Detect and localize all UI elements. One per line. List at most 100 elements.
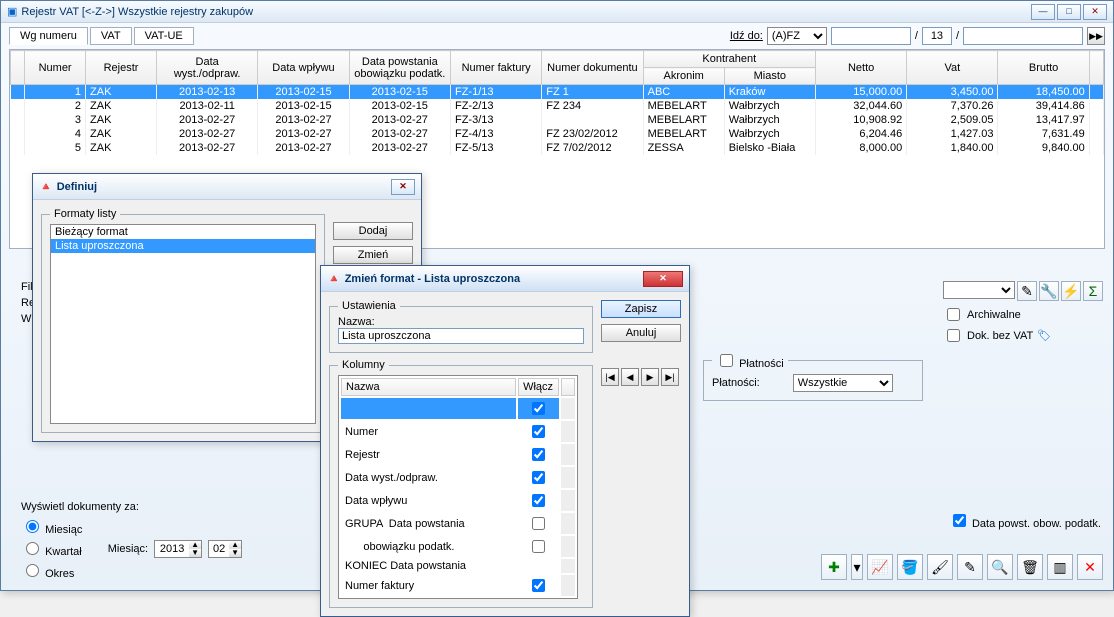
column-row[interactable]: KONIEC Data powstania	[341, 559, 575, 573]
table-row[interactable]: 1ZAK2013-02-132013-02-152013-02-15FZ-1/1…	[11, 85, 1104, 100]
column-enable-checkbox[interactable]	[532, 494, 545, 507]
list-item[interactable]: Lista uproszczona	[51, 239, 315, 253]
table-row[interactable]: 3ZAK2013-02-272013-02-272013-02-27FZ-3/1…	[11, 113, 1104, 127]
column-row[interactable]: obowiązku podatk.	[341, 536, 575, 557]
column-enable-checkbox[interactable]	[532, 425, 545, 438]
prev-button[interactable]: ◀	[621, 368, 639, 386]
dokbezvat-checkbox[interactable]	[947, 329, 960, 342]
year-spinner[interactable]: ▲▼	[154, 540, 202, 558]
goto-select[interactable]: (A)FZ	[767, 27, 827, 45]
filter-select[interactable]	[943, 281, 1015, 299]
archiwalne-checkbox[interactable]	[947, 308, 960, 321]
add-drop-icon[interactable]: ▾	[851, 554, 863, 580]
last-button[interactable]: ▶|	[661, 368, 679, 386]
chart-icon[interactable]: 📈	[867, 554, 893, 580]
col-data-wplywu[interactable]: Data wpływu	[258, 51, 349, 85]
close-icon[interactable]: ✕	[1077, 554, 1103, 580]
goto-label: Idź do:	[730, 30, 763, 42]
column-enable-checkbox[interactable]	[532, 540, 545, 553]
goto-next-button[interactable]: ▶▶	[1087, 27, 1105, 45]
platnosci-select[interactable]: Wszystkie	[793, 374, 893, 392]
nazwa-label: Nazwa:	[338, 316, 584, 328]
table-row[interactable]: 5ZAK2013-02-272013-02-272013-02-27FZ-5/1…	[11, 141, 1104, 155]
filter-flash-icon[interactable]: ⚡	[1061, 281, 1081, 301]
column-enable-checkbox[interactable]	[532, 402, 545, 415]
column-row[interactable]: GRUPA Data powstania	[341, 513, 575, 534]
edit-icon[interactable]: ✎	[957, 554, 983, 580]
add-icon[interactable]: ✚	[821, 554, 847, 580]
main-titlebar: ▣ Rejestr VAT [<-Z->] Wszystkie rejestry…	[1, 1, 1113, 23]
column-row[interactable]: Rejestr	[341, 444, 575, 465]
columns-table[interactable]: Nazwa Włącz NumerRejestrData wyst./odpra…	[338, 375, 578, 599]
col-data-wyst[interactable]: Data wyst./odpraw.	[156, 51, 257, 85]
tab-vat[interactable]: VAT	[90, 27, 132, 45]
zmien-close-button[interactable]: ✕	[643, 271, 683, 287]
goto-page[interactable]	[922, 27, 952, 45]
right-panel: ✎ 🔧 ⚡ Σ Archiwalne Dok. bez VAT 🏷	[943, 281, 1103, 347]
close-button[interactable]: ✕	[1083, 4, 1107, 20]
column-row[interactable]: Data wpływu	[341, 490, 575, 511]
col-numer-faktury[interactable]: Numer faktury	[450, 51, 541, 85]
list-item[interactable]: Bieżący format	[51, 225, 315, 239]
col-netto[interactable]: Netto	[815, 51, 906, 85]
tab-vat-ue[interactable]: VAT-UE	[134, 27, 194, 45]
column-enable-checkbox[interactable]	[532, 471, 545, 484]
brush-icon[interactable]: 🖌	[927, 554, 953, 580]
okres-radio[interactable]	[26, 564, 39, 577]
column-enable-checkbox[interactable]	[532, 448, 545, 461]
anuluj-button[interactable]: Anuluj	[601, 324, 681, 342]
col-kontrahent[interactable]: Kontrahent	[643, 51, 815, 68]
column-row[interactable]: Numer	[341, 421, 575, 442]
magnify-icon[interactable]: 🔍	[987, 554, 1013, 580]
column-enable-checkbox[interactable]	[532, 579, 545, 592]
platnosci-toggle[interactable]	[720, 354, 733, 367]
table-row[interactable]: 2ZAK2013-02-112013-02-152013-02-15FZ-2/1…	[11, 99, 1104, 113]
tab-wg-numeru[interactable]: Wg numeru	[9, 27, 88, 45]
col-numer-dok[interactable]: Numer dokumentu	[542, 51, 643, 85]
format-listbox[interactable]: Bieżący format Lista uproszczona	[50, 224, 316, 424]
goto-field1[interactable]	[831, 27, 911, 45]
window-title: Rejestr VAT [<-Z->] Wszystkie rejestry z…	[21, 6, 253, 18]
table-row[interactable]: 4ZAK2013-02-272013-02-272013-02-27FZ-4/1…	[11, 127, 1104, 141]
col-miasto[interactable]: Miasto	[724, 68, 815, 85]
goto-field2[interactable]	[963, 27, 1083, 45]
zmien-format-dialog: 🔺 Zmień format - Lista uproszczona ✕ Ust…	[320, 265, 690, 617]
dialog-icon: 🔺	[327, 272, 341, 285]
col-numer[interactable]: Numer	[25, 51, 86, 85]
col-akronim[interactable]: Akronim	[643, 68, 724, 85]
trash-icon[interactable]: 🗑	[1017, 554, 1043, 580]
zmien-title: Zmień format - Lista uproszczona	[345, 273, 520, 285]
first-button[interactable]: |◀	[601, 368, 619, 386]
app-icon: ▣	[7, 5, 17, 18]
col-vat[interactable]: Vat	[907, 51, 998, 85]
period-group: Wyświetl dokumenty za: Miesiąc Kwartał M…	[21, 501, 242, 580]
dodaj-button[interactable]: Dodaj	[333, 222, 413, 240]
nazwa-input[interactable]	[338, 328, 584, 344]
col-rejestr[interactable]: Rejestr	[86, 51, 157, 85]
zapisz-button[interactable]: Zapisz	[601, 300, 681, 318]
toolbar-icons: ✚ ▾ 📈 🪣 🖌 ✎ 🔍 🗑 ▥ ✕	[821, 554, 1103, 580]
filter-edit-icon[interactable]: ✎	[1017, 281, 1037, 301]
column-row[interactable]	[341, 398, 575, 419]
next-button[interactable]: ▶	[641, 368, 659, 386]
column-row[interactable]: Data wyst./odpraw.	[341, 467, 575, 488]
maximize-button[interactable]: □	[1057, 4, 1081, 20]
filter-tool-icon[interactable]: 🔧	[1039, 281, 1059, 301]
col-data-powst[interactable]: Data powstania obowiązku podatk.	[349, 51, 450, 85]
datapowst-checkbox[interactable]	[953, 514, 966, 527]
vat-icon: 🏷	[1037, 329, 1051, 342]
kwartal-radio[interactable]	[26, 542, 39, 555]
column-row[interactable]: Numer faktury	[341, 575, 575, 596]
tab-bar: Wg numeru VAT VAT-UE Idź do: (A)FZ / / ▶…	[1, 23, 1113, 45]
col-brutto[interactable]: Brutto	[998, 51, 1089, 85]
columns-icon[interactable]: ▥	[1047, 554, 1073, 580]
zmien-button[interactable]: Zmień	[333, 246, 413, 264]
bucket-icon[interactable]: 🪣	[897, 554, 923, 580]
filter-sum-icon[interactable]: Σ	[1083, 281, 1103, 301]
platnosci-group: Płatności Płatności: Wszystkie	[703, 351, 923, 401]
month-spinner[interactable]: ▲▼	[208, 540, 242, 558]
miesiac-radio[interactable]	[26, 520, 39, 533]
definiuj-close-button[interactable]: ✕	[391, 179, 415, 195]
column-enable-checkbox[interactable]	[532, 517, 545, 530]
minimize-button[interactable]: —	[1031, 4, 1055, 20]
